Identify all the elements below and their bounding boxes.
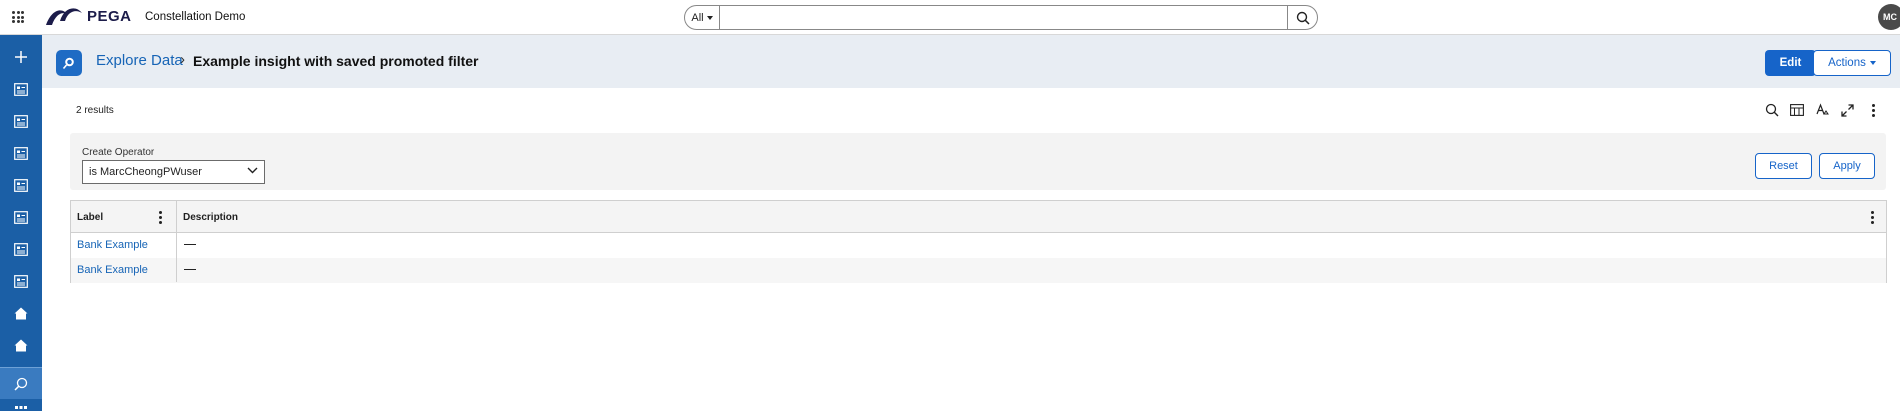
filter-label: Create Operator <box>82 147 155 158</box>
nav-item-list-6[interactable] <box>0 233 42 265</box>
actions-button[interactable]: Actions <box>1813 50 1891 76</box>
expand-icon <box>1840 103 1854 117</box>
row-label-link[interactable]: Bank Example <box>77 264 148 276</box>
logo-text: PEGA <box>87 7 132 25</box>
nav-item-list-3[interactable] <box>0 137 42 169</box>
caret-down-icon <box>706 15 713 20</box>
row-description-empty <box>184 269 196 270</box>
column-description-menu-button[interactable] <box>1867 201 1877 233</box>
results-count: 2 results <box>76 105 114 116</box>
nav-item-list-7[interactable] <box>0 265 42 297</box>
nav-item-list-5[interactable] <box>0 201 42 233</box>
column-header-description[interactable]: Description <box>183 201 238 233</box>
pega-logo[interactable]: PEGA <box>44 4 132 28</box>
nav-item-home-2[interactable] <box>0 329 42 361</box>
explore-data-page-icon <box>56 50 82 76</box>
conditional-format-button[interactable] <box>1813 101 1831 119</box>
search-table-button[interactable] <box>1763 101 1781 119</box>
nav-item-list-1[interactable] <box>0 73 42 105</box>
list-icon <box>14 114 28 128</box>
list-icon <box>14 178 28 192</box>
table-view-icon <box>1790 104 1804 116</box>
chevron-down-icon <box>247 167 258 174</box>
home-icon <box>14 307 28 319</box>
actions-label: Actions <box>1828 57 1866 69</box>
kebab-icon <box>158 210 162 224</box>
list-icon <box>14 274 28 288</box>
reset-button[interactable]: Reset <box>1755 153 1812 179</box>
page-header: Explore Data › Example insight with save… <box>42 35 1900 88</box>
explore-search-icon <box>14 377 28 391</box>
top-header: PEGA Constellation Demo All MC <box>0 0 1900 35</box>
nav-item-explore-data[interactable] <box>0 367 42 399</box>
list-icon <box>14 146 28 160</box>
kebab-icon <box>1871 103 1875 117</box>
edit-button[interactable]: Edit <box>1765 50 1816 76</box>
column-divider <box>176 201 177 282</box>
text-format-icon <box>1816 103 1829 115</box>
search-icon <box>1296 11 1310 25</box>
explore-search-icon <box>62 57 74 70</box>
nav-item-list-2[interactable] <box>0 105 42 137</box>
breadcrumb-explore-data-link[interactable]: Explore Data <box>96 52 183 69</box>
fullscreen-button[interactable] <box>1838 101 1856 119</box>
nav-item-more[interactable] <box>0 401 42 411</box>
table-row: Bank Example <box>71 233 1886 258</box>
search-input[interactable] <box>720 6 1287 29</box>
create-operator-filter-select[interactable]: is MarcCheongPWuser <box>82 160 265 184</box>
nav-item-list-4[interactable] <box>0 169 42 201</box>
global-search: All <box>684 5 1318 30</box>
row-description-empty <box>184 244 196 245</box>
table-header-row: Label Description <box>71 201 1886 233</box>
more-options-button[interactable] <box>1864 101 1882 119</box>
results-table: Label Description Bank Example Bank Exam… <box>70 200 1887 283</box>
avatar-initials: MC <box>1883 12 1897 22</box>
app-switcher-icon[interactable] <box>12 11 24 23</box>
promoted-filter-bar <box>70 133 1886 190</box>
column-header-label[interactable]: Label <box>77 201 103 233</box>
home-icon <box>14 339 28 351</box>
grid-icon <box>15 406 27 409</box>
apply-button[interactable]: Apply <box>1819 153 1875 179</box>
left-navigation <box>0 35 42 411</box>
search-scope-dropdown[interactable]: All <box>685 6 720 29</box>
nav-create-button[interactable] <box>0 41 42 73</box>
table-view-button[interactable] <box>1788 101 1806 119</box>
nav-item-home-1[interactable] <box>0 297 42 329</box>
column-label-menu-button[interactable] <box>155 201 165 233</box>
row-label-link[interactable]: Bank Example <box>77 239 148 251</box>
breadcrumb-separator: › <box>180 51 185 68</box>
pega-logo-icon <box>46 8 82 25</box>
search-button[interactable] <box>1287 6 1317 29</box>
search-scope-label: All <box>691 11 704 24</box>
list-icon <box>14 210 28 224</box>
plus-icon <box>15 51 27 63</box>
list-icon <box>14 242 28 256</box>
caret-down-icon <box>1869 61 1876 65</box>
list-icon <box>14 82 28 96</box>
table-row: Bank Example <box>71 258 1886 283</box>
page-title: Example insight with saved promoted filt… <box>193 53 479 69</box>
search-icon <box>1765 103 1779 117</box>
filter-value: is MarcCheongPWuser <box>89 166 202 178</box>
app-name: Constellation Demo <box>145 11 246 23</box>
kebab-icon <box>1870 210 1874 224</box>
avatar[interactable]: MC <box>1878 4 1900 30</box>
